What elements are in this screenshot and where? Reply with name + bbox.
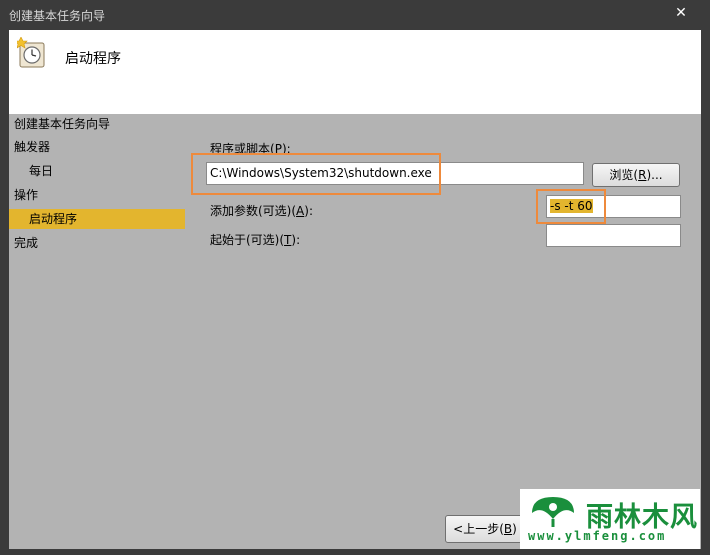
wizard-body: 创建基本任务向导 触发器 每日 操作 启动程序 完成 程序或脚本(P): C:\…	[9, 114, 701, 549]
nav-step-daily[interactable]: 每日	[29, 161, 53, 181]
start-in-label: 起始于(可选)(T):	[210, 233, 301, 247]
nav-step-finish[interactable]: 完成	[14, 233, 38, 253]
back-button[interactable]: <上一步(B)	[445, 515, 525, 543]
arguments-input[interactable]: -s -t 60	[546, 195, 681, 218]
clock-task-icon	[17, 37, 45, 68]
nav-step-create-task[interactable]: 创建基本任务向导	[14, 114, 110, 134]
program-path-input[interactable]: C:\Windows\System32\shutdown.exe	[206, 162, 584, 185]
wizard-steps-nav: 创建基本任务向导 触发器 每日 操作 启动程序 完成	[9, 114, 189, 544]
arguments-selected-text: -s -t 60	[550, 199, 593, 213]
leaf-logo-icon	[532, 497, 574, 527]
nav-step-start-program[interactable]: 启动程序	[9, 209, 185, 229]
nav-step-action[interactable]: 操作	[14, 185, 38, 205]
page-title: 启动程序	[65, 51, 121, 67]
arguments-label: 添加参数(可选)(A):	[210, 204, 313, 218]
program-label: 程序或脚本(P):	[210, 142, 291, 156]
start-in-input[interactable]	[546, 224, 681, 247]
wizard-header: 启动程序	[9, 30, 701, 114]
nav-step-trigger[interactable]: 触发器	[14, 137, 50, 157]
browse-button[interactable]: 浏览(R)...	[592, 163, 680, 187]
close-button[interactable]: ✕	[670, 4, 692, 22]
watermark-url: www.ylmfeng.com	[528, 529, 667, 543]
title-bar: 创建基本任务向导 ✕	[0, 0, 710, 30]
watermark: 雨林木风 www.ylmfeng.com	[520, 489, 700, 549]
window-title: 创建基本任务向导	[9, 9, 106, 23]
